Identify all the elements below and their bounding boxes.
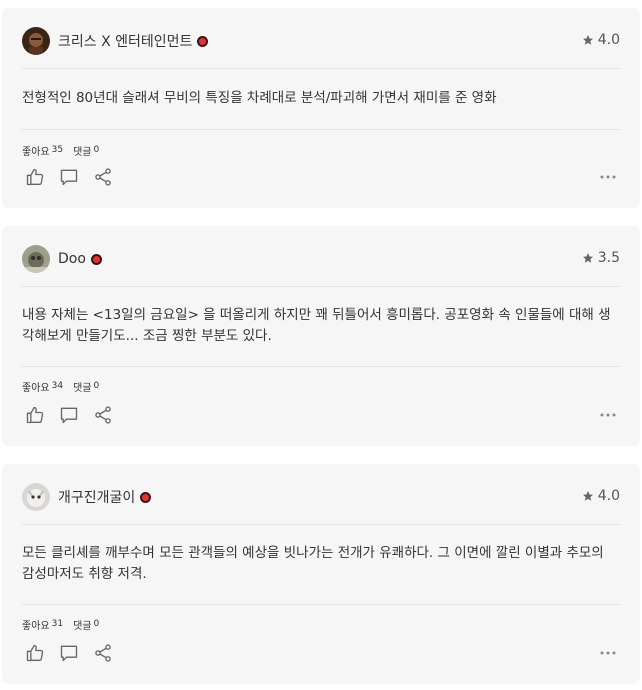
review-actions [24,166,126,188]
review-text[interactable]: 모든 클리셰를 깨부수며 모든 관객들의 예상을 빗나가는 전개가 유쾌하다. … [22,543,620,585]
review-counts: 좋아요 31 댓글 0 [22,617,99,632]
avatar[interactable] [22,483,50,511]
share-icon[interactable] [92,642,114,664]
rating: 3.5 [582,250,620,266]
rating: 4.0 [582,488,620,504]
review-header: 개구진개굴이 [22,482,152,512]
review-card: Doo 3.5 내용 자체는 <13일의 금요일> 을 떠올리게 하지만 꽤 뒤… [2,226,640,446]
share-icon[interactable] [92,166,114,188]
review-text[interactable]: 내용 자체는 <13일의 금요일> 을 떠올리게 하지만 꽤 뒤틀어서 흥미롭다… [22,305,620,347]
thumbs-up-icon[interactable] [24,642,46,664]
likes-label: 좋아요 [22,383,50,394]
review-card: 크리스 X 엔터테인먼트 4.0 전형적인 80년대 슬래셔 무비의 특징을 차… [2,8,640,208]
comment-icon[interactable] [58,166,80,188]
likes-count: 34 [51,381,64,391]
username[interactable]: Doo [58,251,86,267]
likes-label: 좋아요 [22,147,50,158]
star-icon [582,35,593,45]
divider [22,524,620,525]
verified-badge-icon [90,253,102,265]
divider [22,604,620,605]
rating-value: 4.0 [597,32,620,48]
comments-count: 0 [93,145,100,155]
review-counts: 좋아요 34 댓글 0 [22,379,99,394]
review-header: 크리스 X 엔터테인먼트 [22,26,209,56]
comments-label: 댓글 [73,621,92,632]
review-header: Doo [22,244,102,274]
likes-label: 좋아요 [22,621,50,632]
more-icon[interactable] [598,405,618,425]
verified-badge-icon [197,35,209,47]
username[interactable]: 개구진개굴이 [58,487,135,507]
comments-count: 0 [93,381,100,391]
comment-icon[interactable] [58,642,80,664]
more-icon[interactable] [598,167,618,187]
review-actions [24,404,126,426]
rating: 4.0 [582,32,620,48]
more-icon[interactable] [598,643,618,663]
divider [22,129,620,130]
review-actions [24,642,126,664]
comments-label: 댓글 [73,383,92,394]
username[interactable]: 크리스 X 엔터테인먼트 [58,31,192,51]
divider [22,366,620,367]
review-text[interactable]: 전형적인 80년대 슬래셔 무비의 특징을 차례대로 분석/파괴해 가면서 재미… [22,88,620,109]
thumbs-up-icon[interactable] [24,404,46,426]
rating-value: 3.5 [597,250,620,266]
likes-count: 31 [51,619,64,629]
likes-count: 35 [51,145,64,155]
divider [22,68,620,69]
avatar[interactable] [22,27,50,55]
review-counts: 좋아요 35 댓글 0 [22,143,99,158]
star-icon [582,491,593,501]
thumbs-up-icon[interactable] [24,166,46,188]
comment-icon[interactable] [58,404,80,426]
star-icon [582,253,593,263]
avatar[interactable] [22,245,50,273]
comments-label: 댓글 [73,147,92,158]
verified-badge-icon [140,491,152,503]
comments-count: 0 [93,619,100,629]
rating-value: 4.0 [597,488,620,504]
review-card: 개구진개굴이 4.0 모든 클리셰를 깨부수며 모든 관객들의 예상을 빗나가는… [2,464,640,684]
divider [22,286,620,287]
share-icon[interactable] [92,404,114,426]
